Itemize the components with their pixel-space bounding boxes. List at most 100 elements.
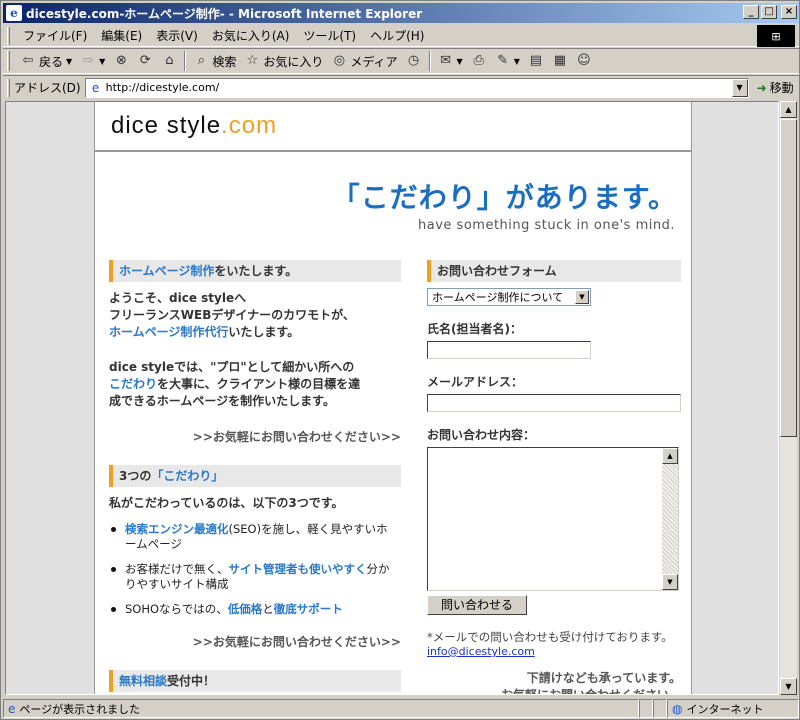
intro-para-2: こだわりを大事に、クライアント様の目標を達 [109, 376, 401, 393]
close-button[interactable]: × [781, 5, 797, 19]
refresh-button[interactable]: ⟳ [133, 53, 157, 69]
intro-line-1: ようこそ、dice styleへ [109, 291, 247, 305]
menu-tools[interactable]: ツール(T) [296, 27, 363, 44]
submit-button[interactable]: 問い合わせる [427, 595, 527, 615]
name-label: 氏名(担当者名)： [427, 322, 522, 336]
menu-view[interactable]: 表示(V) [149, 27, 205, 44]
menu-favorites[interactable]: お気に入り(A) [205, 27, 297, 44]
refresh-icon: ⟳ [139, 53, 151, 68]
usability-link[interactable]: サイト管理者も使いやすく [229, 562, 367, 576]
inquiry-type-select[interactable]: ホームページ制作について ▼ [427, 288, 591, 306]
contact-more-link-1[interactable]: >>お気軽にお問い合わせください>> [109, 428, 401, 445]
chevron-down-icon[interactable]: ▼ [99, 57, 105, 66]
home-button[interactable]: ⌂ [157, 53, 181, 69]
back-button[interactable]: ⇦ 戻る ▼ [16, 53, 76, 70]
chevron-down-icon[interactable]: ▼ [575, 290, 589, 304]
maximize-button[interactable]: □ [761, 5, 777, 19]
address-label: アドレス(D) [14, 81, 81, 95]
web-page: dice style.com 「こだわり」があります。 have somethi… [94, 102, 692, 694]
minimize-button[interactable]: _ [743, 5, 759, 19]
menu-edit[interactable]: 編集(E) [94, 27, 149, 44]
chevron-down-icon[interactable]: ▼ [66, 57, 72, 66]
print-button[interactable]: ⎙ [467, 53, 491, 69]
intro-link[interactable]: ホームページ制作代行 [109, 325, 228, 339]
status-message: e ページが表示されました [3, 699, 639, 718]
discuss-button[interactable]: ▤ [524, 53, 548, 69]
list-item: 検索エンジン最適化(SEO)を施し、軽く見やすいホ ームページ [109, 522, 401, 552]
edit-icon: ✎ [497, 53, 509, 68]
menu-help[interactable]: ヘルプ(H) [363, 27, 431, 44]
scroll-thumb[interactable] [780, 119, 797, 437]
title-bar: e dicestyle.com-ホームページ制作- - Microsoft In… [3, 3, 799, 23]
research-icon: ▦ [553, 53, 566, 68]
catch-copy: 「こだわり」があります。 [331, 181, 677, 214]
consult-link[interactable]: 無料相談 [119, 674, 167, 688]
page-scrollbar[interactable]: ▲ ▼ [779, 101, 797, 695]
kodawari-link[interactable]: こだわり [109, 377, 157, 391]
email-note: *メールでの問い合わせも受け付けております。 [427, 630, 673, 644]
search-button[interactable]: ⌕ 検索 [189, 53, 240, 70]
standard-toolbar: ⇦ 戻る ▼ ⇨ ▼ ⊗ ⟳ ⌂ ⌕ 検索 ☆ お気に入り ◎ メディア ◷ ✉… [3, 48, 799, 74]
mail-button[interactable]: ✉ ▼ [434, 53, 467, 69]
scroll-down-icon[interactable]: ▼ [662, 574, 678, 590]
scroll-up-icon[interactable]: ▲ [662, 448, 678, 464]
forward-button[interactable]: ⇨ ▼ [76, 53, 109, 69]
three-heading: 3つの「こだわり」 [109, 465, 401, 487]
seo-link[interactable]: 検索エンジン最適化 [125, 522, 229, 536]
chevron-down-icon[interactable]: ▼ [514, 57, 520, 66]
email-link[interactable]: info@dicestyle.com [427, 645, 681, 658]
scroll-up-icon[interactable]: ▲ [780, 101, 797, 118]
logo-suffix: .com [221, 112, 278, 139]
address-url[interactable]: http://dicestyle.com/ [106, 81, 220, 94]
email-label: メールアドレス： [427, 375, 524, 389]
support-link[interactable]: 徹底サポート [274, 602, 343, 616]
point-1-rest: (SEO)を施し、軽く見やすいホ [228, 522, 388, 536]
home-icon: ⌂ [165, 53, 174, 68]
media-button[interactable]: ◎ メディア [327, 53, 401, 70]
site-logo[interactable]: dice style.com [111, 112, 277, 140]
message-textarea[interactable]: ▲ ▼ [427, 447, 679, 591]
contact-more-link-2[interactable]: >>お気軽にお問い合わせください>> [109, 633, 401, 650]
point-3-mid: と [262, 602, 274, 616]
media-icon: ◎ [333, 53, 346, 68]
menu-file[interactable]: ファイル(F) [16, 27, 94, 44]
page-viewport: dice style.com 「こだわり」があります。 have somethi… [5, 101, 779, 695]
research-button[interactable]: ▦ [548, 53, 572, 69]
textarea-scrollbar[interactable]: ▲ ▼ [662, 448, 678, 590]
address-bar: アドレス(D) e http://dicestyle.com/ ▼ ➜ 移動 [3, 75, 799, 99]
address-input[interactable]: e http://dicestyle.com/ ▼ [84, 77, 749, 98]
consult-heading-rest: 受付中！ [167, 674, 216, 688]
mail-icon: ✉ [440, 53, 451, 68]
menu-bar: ファイル(F) 編集(E) 表示(V) お気に入り(A) ツール(T) ヘルプ(… [3, 25, 799, 47]
address-grip[interactable] [7, 78, 10, 97]
list-item: お客様だけで無く、サイト管理者も使いやすく分か りやすいサイト構成 [109, 562, 401, 592]
favorites-button[interactable]: ☆ お気に入り [240, 53, 327, 70]
intro-heading-link[interactable]: ホームページ制作 [119, 264, 214, 278]
intro-heading-rest: をいたします。 [214, 264, 298, 278]
name-field[interactable] [427, 341, 591, 359]
toolbar-grip[interactable] [7, 51, 10, 71]
edit-button[interactable]: ✎ ▼ [491, 53, 524, 69]
browser-window: e dicestyle.com-ホームページ制作- - Microsoft In… [0, 0, 800, 720]
menu-grip[interactable] [7, 26, 10, 45]
email-field[interactable] [427, 394, 681, 412]
three-lead: 私がこだわっているのは、以下の3つです。 [109, 496, 344, 510]
forward-arrow-icon: ⇨ [82, 53, 94, 68]
chevron-down-icon[interactable]: ▼ [731, 78, 748, 97]
go-button[interactable]: ➜ 移動 [757, 79, 794, 96]
stop-icon: ⊗ [115, 53, 127, 68]
price-link[interactable]: 低価格 [228, 602, 263, 616]
scroll-down-icon[interactable]: ▼ [780, 678, 797, 695]
search-icon: ⌕ [197, 53, 205, 68]
discuss-icon: ▤ [529, 53, 542, 68]
point-2-rest-2: りやすいサイト構成 [125, 577, 229, 591]
footer-line-1: 下請けなども承っています。 [526, 671, 681, 685]
chevron-down-icon[interactable]: ▼ [457, 57, 463, 66]
messenger-button[interactable]: ☺ [572, 53, 596, 69]
left-column: ホームページ制作をいたします。 ようこそ、dice styleへ フリーランスW… [109, 260, 401, 692]
history-button[interactable]: ◷ [402, 53, 426, 69]
ie-icon: e [6, 5, 22, 21]
intro-para-1: dice styleでは、"プロ"として細かい所への [109, 360, 355, 374]
search-label: 検索 [212, 54, 237, 69]
stop-button[interactable]: ⊗ [109, 53, 133, 69]
